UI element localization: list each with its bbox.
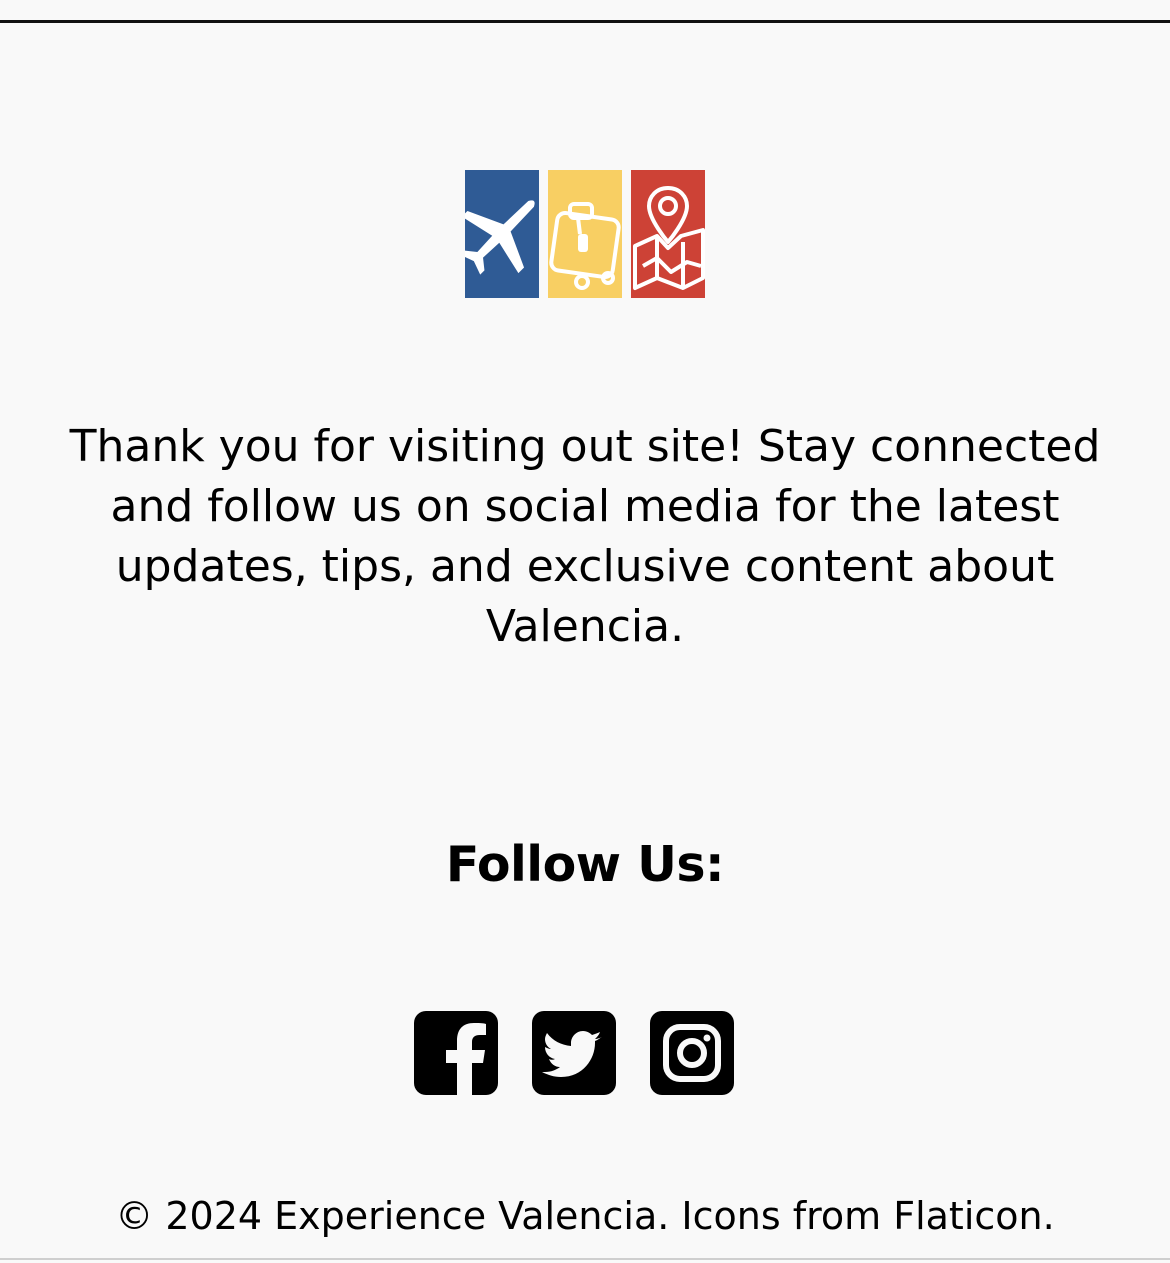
instagram-link[interactable] — [650, 1011, 734, 1095]
twitter-icon — [532, 1011, 616, 1095]
logo-tile-yellow — [548, 170, 622, 298]
social-links — [414, 1011, 734, 1095]
travel-logo — [465, 170, 705, 298]
twitter-link[interactable] — [532, 1011, 616, 1095]
suitcase-icon — [549, 202, 621, 290]
copyright-text: © 2024 Experience Valencia. Icons from F… — [115, 1194, 1055, 1238]
facebook-link[interactable] — [414, 1011, 498, 1095]
follow-us-heading: Follow Us: — [445, 836, 725, 893]
airplane-icon — [465, 200, 535, 275]
map-pin-icon — [633, 186, 705, 290]
bottom-divider — [0, 1258, 1170, 1260]
site-footer: Thank you for visiting out site! Stay co… — [0, 23, 1170, 1258]
logo-tile-blue — [465, 170, 539, 298]
facebook-icon — [414, 1011, 498, 1095]
instagram-icon — [650, 1011, 734, 1095]
logo-tile-red — [631, 170, 705, 298]
thank-you-message: Thank you for visiting out site! Stay co… — [69, 421, 1101, 652]
